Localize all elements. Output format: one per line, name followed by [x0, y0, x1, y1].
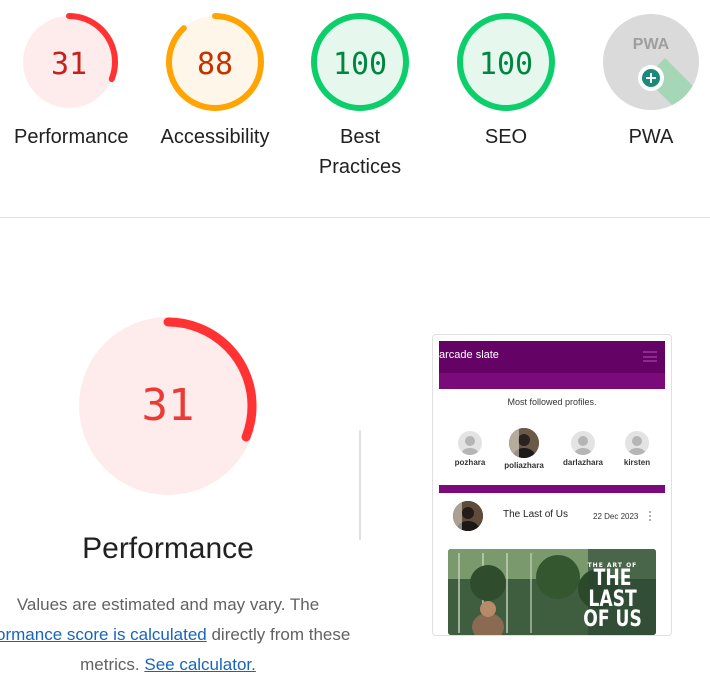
section-band — [439, 485, 665, 493]
profile-name: pozhara — [454, 458, 486, 467]
poster-line-3: OF US — [583, 607, 642, 633]
profile-item: pozhara — [443, 431, 497, 467]
seo-gauge-ring: 100 — [457, 13, 555, 111]
main-performance-gauge: 31 — [79, 317, 257, 495]
accessibility-score: 88 — [197, 47, 233, 82]
best-practices-label: Best Practices — [305, 122, 415, 182]
best-practices-label-line1: Best — [339, 126, 381, 148]
post-image: THE ART OF THE LAST OF US — [448, 549, 656, 635]
profile-item: darlazhara — [556, 431, 610, 467]
see-calculator-link[interactable]: See calculator. — [144, 655, 256, 674]
accessibility-label: Accessibility — [160, 126, 270, 148]
main-performance-score: 31 — [142, 380, 195, 431]
desc-line-3: metrics. See calculator. — [0, 650, 406, 680]
poster-title: THE ART OF THE LAST OF US — [575, 563, 650, 631]
pwa-badge-icon: PWA — [603, 14, 699, 110]
performance-gauge-ring: 31 — [20, 13, 118, 111]
best-practices-gauge-ring: 100 — [311, 13, 409, 111]
kebab-menu-icon — [649, 511, 652, 523]
desc-line-2-rest: directly from these — [206, 625, 351, 644]
seo-label: SEO — [484, 126, 528, 148]
gauge-accessibility[interactable]: 88 Accessibility — [160, 12, 270, 152]
profile-name: darlazhara — [562, 458, 604, 467]
menu-icon — [643, 351, 657, 362]
avatar-placeholder-icon — [571, 431, 595, 455]
profile-name: poliazhara — [504, 461, 544, 470]
best-practices-score: 100 — [333, 47, 387, 82]
section-divider — [0, 217, 710, 218]
avatar-photo — [509, 428, 539, 458]
header-band — [439, 373, 665, 389]
accessibility-gauge-ring: 88 — [166, 13, 264, 111]
gauge-seo[interactable]: 100 SEO — [451, 12, 561, 152]
gauge-best-practices[interactable]: 100 Best Practices — [305, 12, 415, 182]
avatar-placeholder-icon — [625, 431, 649, 455]
desc-line-3-text: metrics. — [80, 655, 140, 674]
gauge-pwa[interactable]: PWA PWA — [596, 12, 706, 152]
avatar-placeholder-icon — [458, 431, 482, 455]
performance-description: Values are estimated and may vary. The r… — [0, 590, 406, 680]
gauge-performance[interactable]: 31 Performance — [14, 12, 129, 152]
most-followed-label: Most followed profiles. — [507, 397, 597, 407]
pwa-badge-text: PWA — [633, 36, 670, 53]
score-calculated-link[interactable]: rformance score is calculated — [0, 625, 207, 644]
post-avatar — [453, 501, 483, 531]
vertical-divider — [359, 430, 361, 540]
performance-label: Performance — [14, 126, 129, 148]
post-title: The Last of Us — [503, 509, 569, 520]
seo-score: 100 — [479, 47, 533, 82]
desc-line-1: Values are estimated and may vary. The — [16, 595, 320, 614]
final-screenshot-thumbnail[interactable]: arcade slate Most followed profiles. poz… — [432, 334, 672, 636]
desc-line-2: rformance score is calculated directly f… — [0, 620, 406, 650]
performance-score: 31 — [51, 47, 87, 82]
best-practices-label-line2: Practices — [318, 156, 402, 178]
app-header: arcade slate — [439, 341, 665, 373]
pwa-label: PWA — [628, 126, 674, 148]
profile-item: kirsten — [610, 431, 664, 467]
app-title: arcade slate — [439, 349, 499, 361]
profile-item: poliazhara — [497, 428, 551, 470]
profile-name: kirsten — [623, 458, 651, 467]
performance-heading: Performance — [82, 532, 254, 565]
post-date: 22 Dec 2023 — [593, 512, 639, 521]
